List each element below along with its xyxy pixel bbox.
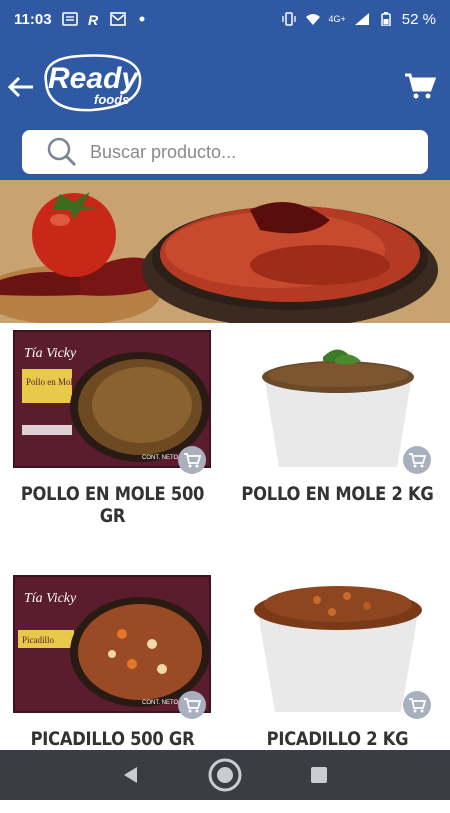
ready-foods-logo: Ready foods — [40, 52, 144, 114]
battery-icon — [381, 12, 391, 26]
search-input[interactable] — [90, 141, 390, 163]
svg-text:Pollo en Mole: Pollo en Mole — [26, 377, 77, 387]
add-to-cart-icon[interactable] — [178, 446, 206, 474]
home-circle-icon — [208, 758, 242, 792]
news-icon — [61, 12, 78, 26]
product-card[interactable]: Tía Vicky Pollo en Mole CONT. NETO 500 P… — [0, 323, 225, 568]
system-nav-bar — [0, 750, 450, 800]
mail-icon — [109, 12, 126, 26]
vibrate-icon — [281, 12, 296, 26]
signal-icon — [354, 13, 369, 25]
cart-icon[interactable] — [404, 72, 436, 100]
nav-back-button[interactable] — [113, 757, 149, 793]
r-app-icon: R — [88, 12, 99, 26]
notification-icons: R — [61, 12, 150, 26]
nav-home-button[interactable] — [207, 757, 243, 793]
wifi-icon — [305, 14, 320, 25]
product-title: PICADILLO 500 GR — [30, 728, 195, 750]
product-title: POLLO EN MOLE 2 KG — [241, 483, 434, 505]
network-type: 4G+ — [328, 14, 346, 24]
search-bar[interactable] — [22, 130, 428, 174]
arrow-left-icon[interactable] — [6, 72, 36, 102]
add-to-cart-icon[interactable] — [403, 691, 431, 719]
status-bar: 11:03 R 4G+ 52 % — [0, 0, 450, 38]
product-image — [254, 586, 422, 712]
product-title: PICADILLO 2 KG — [266, 728, 409, 750]
nav-recents-button[interactable] — [301, 757, 337, 793]
product-title: POLLO EN MOLE 500 GR — [20, 483, 205, 527]
svg-text:Picadillo: Picadillo — [22, 635, 54, 645]
battery-level: 52 % — [401, 10, 436, 28]
dot-icon — [139, 16, 145, 22]
svg-text:Tía Vicky: Tía Vicky — [24, 346, 77, 361]
svg-text:Tía Vicky: Tía Vicky — [24, 591, 77, 606]
banner-image — [0, 180, 450, 323]
product-image — [262, 349, 414, 467]
hero-banner — [0, 180, 450, 323]
product-image: Tía Vicky Pollo en Mole CONT. NETO 500 — [13, 330, 211, 468]
add-to-cart-icon[interactable] — [403, 446, 431, 474]
product-card[interactable]: POLLO EN MOLE 2 KG — [225, 323, 450, 568]
square-recents-icon — [311, 767, 327, 783]
add-to-cart-icon[interactable] — [178, 691, 206, 719]
triangle-back-icon — [124, 767, 137, 783]
search-icon — [47, 137, 77, 167]
svg-text:R: R — [88, 12, 99, 26]
brand-top: Ready — [48, 62, 139, 95]
product-image: Tía Vicky Picadillo CONT. NETO 500 — [13, 575, 211, 713]
app-header: Ready foods — [0, 38, 450, 180]
brand-bottom: foods — [94, 92, 129, 107]
status-time: 11:03 — [14, 10, 52, 28]
